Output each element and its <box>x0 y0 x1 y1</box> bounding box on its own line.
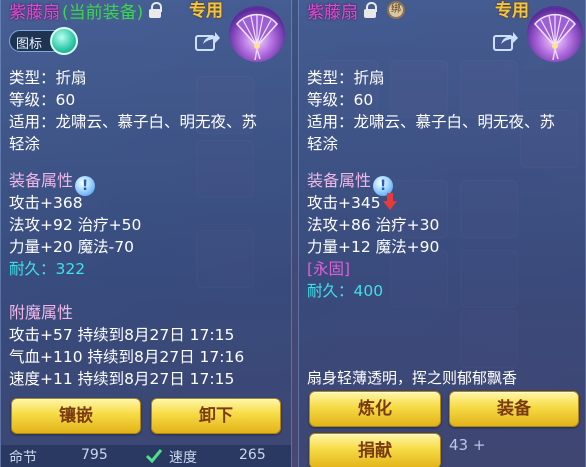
donate-button[interactable]: 捐献 <box>309 433 441 467</box>
item-type: 类型：折扇 <box>9 69 87 87</box>
attack-value: 攻击+345 <box>307 194 381 212</box>
bg-value-text: 43 + <box>449 436 486 454</box>
lock-icon[interactable] <box>364 2 377 18</box>
basic-info: 类型：折扇 等级：60 适用：龙啸云、慕子白、明无夜、苏 轻涂 <box>9 67 257 155</box>
attr-title-text: 装备属性 <box>307 171 372 190</box>
toggle-knob <box>50 27 78 55</box>
check-icon <box>145 449 163 464</box>
item-level: 等级：60 <box>9 91 76 109</box>
icon-toggle[interactable]: 图标 <box>9 27 78 55</box>
icon-toggle-label: 图标 <box>16 37 43 52</box>
applicable-characters: 适用：龙啸云、慕子白、明无夜、苏 <box>307 113 556 131</box>
equipment-attributes: 装备属性! 攻击+345 法攻+86 治疗+30 力量+12 魔法+90 [永固… <box>307 170 439 302</box>
equipped-tag: (当前装备) <box>62 2 144 23</box>
unequip-button[interactable]: 卸下 <box>151 398 281 434</box>
attr-section-title: 装备属性! <box>9 170 141 196</box>
down-arrow-icon <box>382 193 397 211</box>
bottom-stats-strip: 命节 795 速度 265 <box>1 445 291 467</box>
applicable-characters-cont: 轻涂 <box>9 135 41 153</box>
attr-title-text: 装备属性 <box>9 171 74 190</box>
bottom-stat-value: 795 <box>81 447 108 463</box>
refine-button[interactable]: 炼化 <box>309 391 441 427</box>
compare-item-panel: 紫藤扇 绑 专用 类型：折扇 等级：60 适用：龙啸云、慕子白、明无夜、苏 轻涂… <box>298 0 586 467</box>
item-name: 紫藤扇 <box>9 2 60 23</box>
enchant-section-title: 附魔属性 <box>9 303 74 322</box>
bound-seal-icon: 绑 <box>387 1 405 19</box>
fan-icon <box>527 6 583 62</box>
attr-line: 力量+12 魔法+90 <box>307 238 440 256</box>
exclusive-label: 专用 <box>189 1 223 21</box>
durability: 耐久：400 <box>307 282 384 300</box>
attr-section-title: 装备属性! <box>307 170 439 196</box>
item-type: 类型：折扇 <box>307 69 385 87</box>
basic-info: 类型：折扇 等级：60 适用：龙啸云、慕子白、明无夜、苏 轻涂 <box>307 67 555 155</box>
item-level: 等级：60 <box>307 91 374 109</box>
item-title: 紫藤扇 (当前装备) <box>9 0 163 23</box>
exclusive-label: 专用 <box>495 1 529 21</box>
fan-icon <box>229 6 285 62</box>
bottom-stat-label: 命节 <box>9 450 37 466</box>
equip-button[interactable]: 装备 <box>449 391 579 427</box>
inlay-button[interactable]: 镶嵌 <box>11 398 141 434</box>
item-description: 扇身轻薄透明，挥之则郁郁飘香 <box>307 369 518 387</box>
enchant-line: 气血+110 持续到8月27日 17:16 <box>9 348 245 366</box>
lock-icon[interactable] <box>149 2 163 18</box>
bottom-stat-value: 265 <box>239 447 266 463</box>
applicable-characters-cont: 轻涂 <box>307 135 339 153</box>
bottom-stat-label: 速度 <box>169 450 197 466</box>
enchant-attributes: 附魔属性 攻击+57 持续到8月27日 17:15 气血+110 持续到8月27… <box>9 302 244 390</box>
attr-line: 攻击+345 <box>307 192 439 214</box>
share-icon[interactable] <box>195 30 221 52</box>
attr-line: 攻击+368 <box>9 194 83 212</box>
equipped-item-panel: 紫藤扇 (当前装备) 专用 图标 类型：折扇 等级：60 适用：龙啸云、慕子白、… <box>0 0 292 467</box>
durability: 耐久：322 <box>9 260 86 278</box>
attr-line: 法攻+92 治疗+50 <box>9 216 142 234</box>
item-name: 紫藤扇 <box>307 2 358 23</box>
equipment-attributes: 装备属性! 攻击+368 法攻+92 治疗+50 力量+20 魔法-70 耐久：… <box>9 170 141 280</box>
item-title: 紫藤扇 绑 <box>307 0 405 23</box>
share-icon[interactable] <box>493 30 519 52</box>
permanent-tag: [永固] <box>307 260 351 278</box>
attr-line: 力量+20 魔法-70 <box>9 238 134 256</box>
applicable-characters: 适用：龙啸云、慕子白、明无夜、苏 <box>9 113 258 131</box>
enchant-line: 速度+11 持续到8月27日 17:15 <box>9 370 235 388</box>
attr-line: 法攻+86 治疗+30 <box>307 216 440 234</box>
enchant-line: 攻击+57 持续到8月27日 17:15 <box>9 326 235 344</box>
